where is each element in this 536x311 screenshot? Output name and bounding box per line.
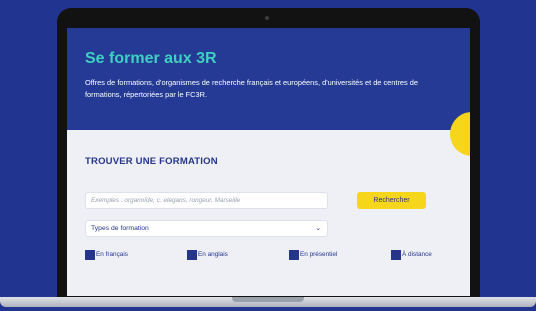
laptop-screen: Se former aux 3R Offres de formations, d… bbox=[67, 28, 470, 296]
search-button[interactable]: Rechercher bbox=[357, 192, 426, 209]
filter-distance[interactable]: À distance bbox=[391, 250, 432, 260]
checkbox-icon bbox=[391, 250, 401, 260]
filter-label: En présentiel bbox=[300, 251, 338, 258]
page-title: Se former aux 3R bbox=[85, 50, 217, 67]
chevron-down-icon: ⌄ bbox=[315, 225, 321, 232]
camera-dot bbox=[265, 16, 269, 20]
laptop-notch bbox=[232, 297, 304, 302]
filter-label: En français bbox=[96, 251, 128, 258]
search-input[interactable]: Exemples : organoïde, c. elegans, rongeu… bbox=[85, 192, 328, 209]
search-section: TROUVER UNE FORMATION Exemples : organoï… bbox=[67, 130, 470, 296]
laptop-frame: Se former aux 3R Offres de formations, d… bbox=[57, 8, 480, 301]
filter-label: En anglais bbox=[198, 251, 228, 258]
type-select[interactable]: Types de formation ⌄ bbox=[85, 220, 328, 237]
checkbox-icon bbox=[85, 250, 95, 260]
type-select-label: Types de formation bbox=[91, 225, 149, 232]
hero-banner: Se former aux 3R Offres de formations, d… bbox=[67, 28, 470, 130]
filter-label: À distance bbox=[402, 251, 432, 258]
filter-presentiel[interactable]: En présentiel bbox=[289, 250, 337, 260]
filter-francais[interactable]: En français bbox=[85, 250, 128, 260]
checkbox-icon bbox=[187, 250, 197, 260]
hero-description: Offres de formations, d'organismes de re… bbox=[85, 78, 418, 99]
checkbox-icon bbox=[289, 250, 299, 260]
section-title: TROUVER UNE FORMATION bbox=[85, 156, 218, 167]
filter-anglais[interactable]: En anglais bbox=[187, 250, 228, 260]
